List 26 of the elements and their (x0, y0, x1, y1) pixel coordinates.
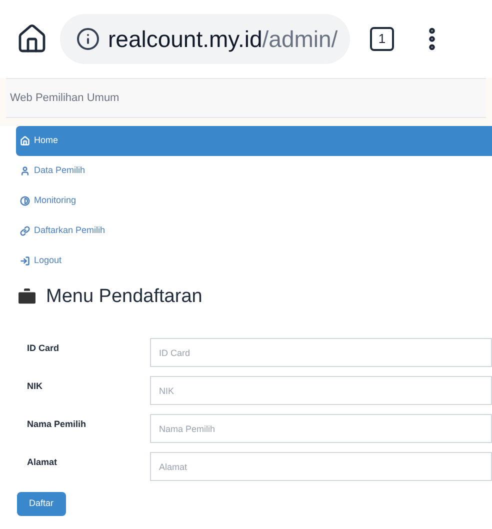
half-circle-icon (20, 196, 30, 206)
menu-item[interactable]: Logout (16, 246, 492, 276)
section-heading: Menu Pendaftaran (46, 284, 202, 309)
input-field[interactable]: Nama Pemilih (150, 414, 492, 443)
user-icon (20, 166, 30, 176)
logout-icon (20, 256, 30, 266)
brand-text[interactable]: Web Pemilihan Umum (10, 90, 120, 106)
url-text: realcount.my.id/admin/ (108, 24, 338, 54)
tab-count-button[interactable]: 1 (370, 27, 394, 51)
field-label: Nama Pemilih (27, 418, 88, 431)
input-field[interactable]: ID Card (150, 338, 492, 367)
menu-item[interactable]: Home (16, 126, 492, 156)
field-label: ID Card (27, 342, 60, 355)
info-icon (76, 27, 100, 51)
menu-item[interactable]: Daftarkan Pemilih (16, 216, 492, 246)
home-icon[interactable] (16, 23, 48, 55)
menu-item[interactable]: Monitoring (16, 186, 492, 216)
menu-item[interactable]: Data Pemilih (16, 156, 492, 186)
input-field[interactable]: Alamat (150, 452, 492, 481)
link-icon (20, 226, 30, 236)
input-field[interactable]: NIK (150, 376, 492, 405)
field-label: Alamat (27, 456, 58, 469)
submit-button[interactable]: Daftar (17, 492, 66, 516)
home-icon (20, 136, 30, 146)
address-bar[interactable]: realcount.my.id/admin/ (60, 14, 350, 64)
field-label: NIK (27, 380, 44, 393)
